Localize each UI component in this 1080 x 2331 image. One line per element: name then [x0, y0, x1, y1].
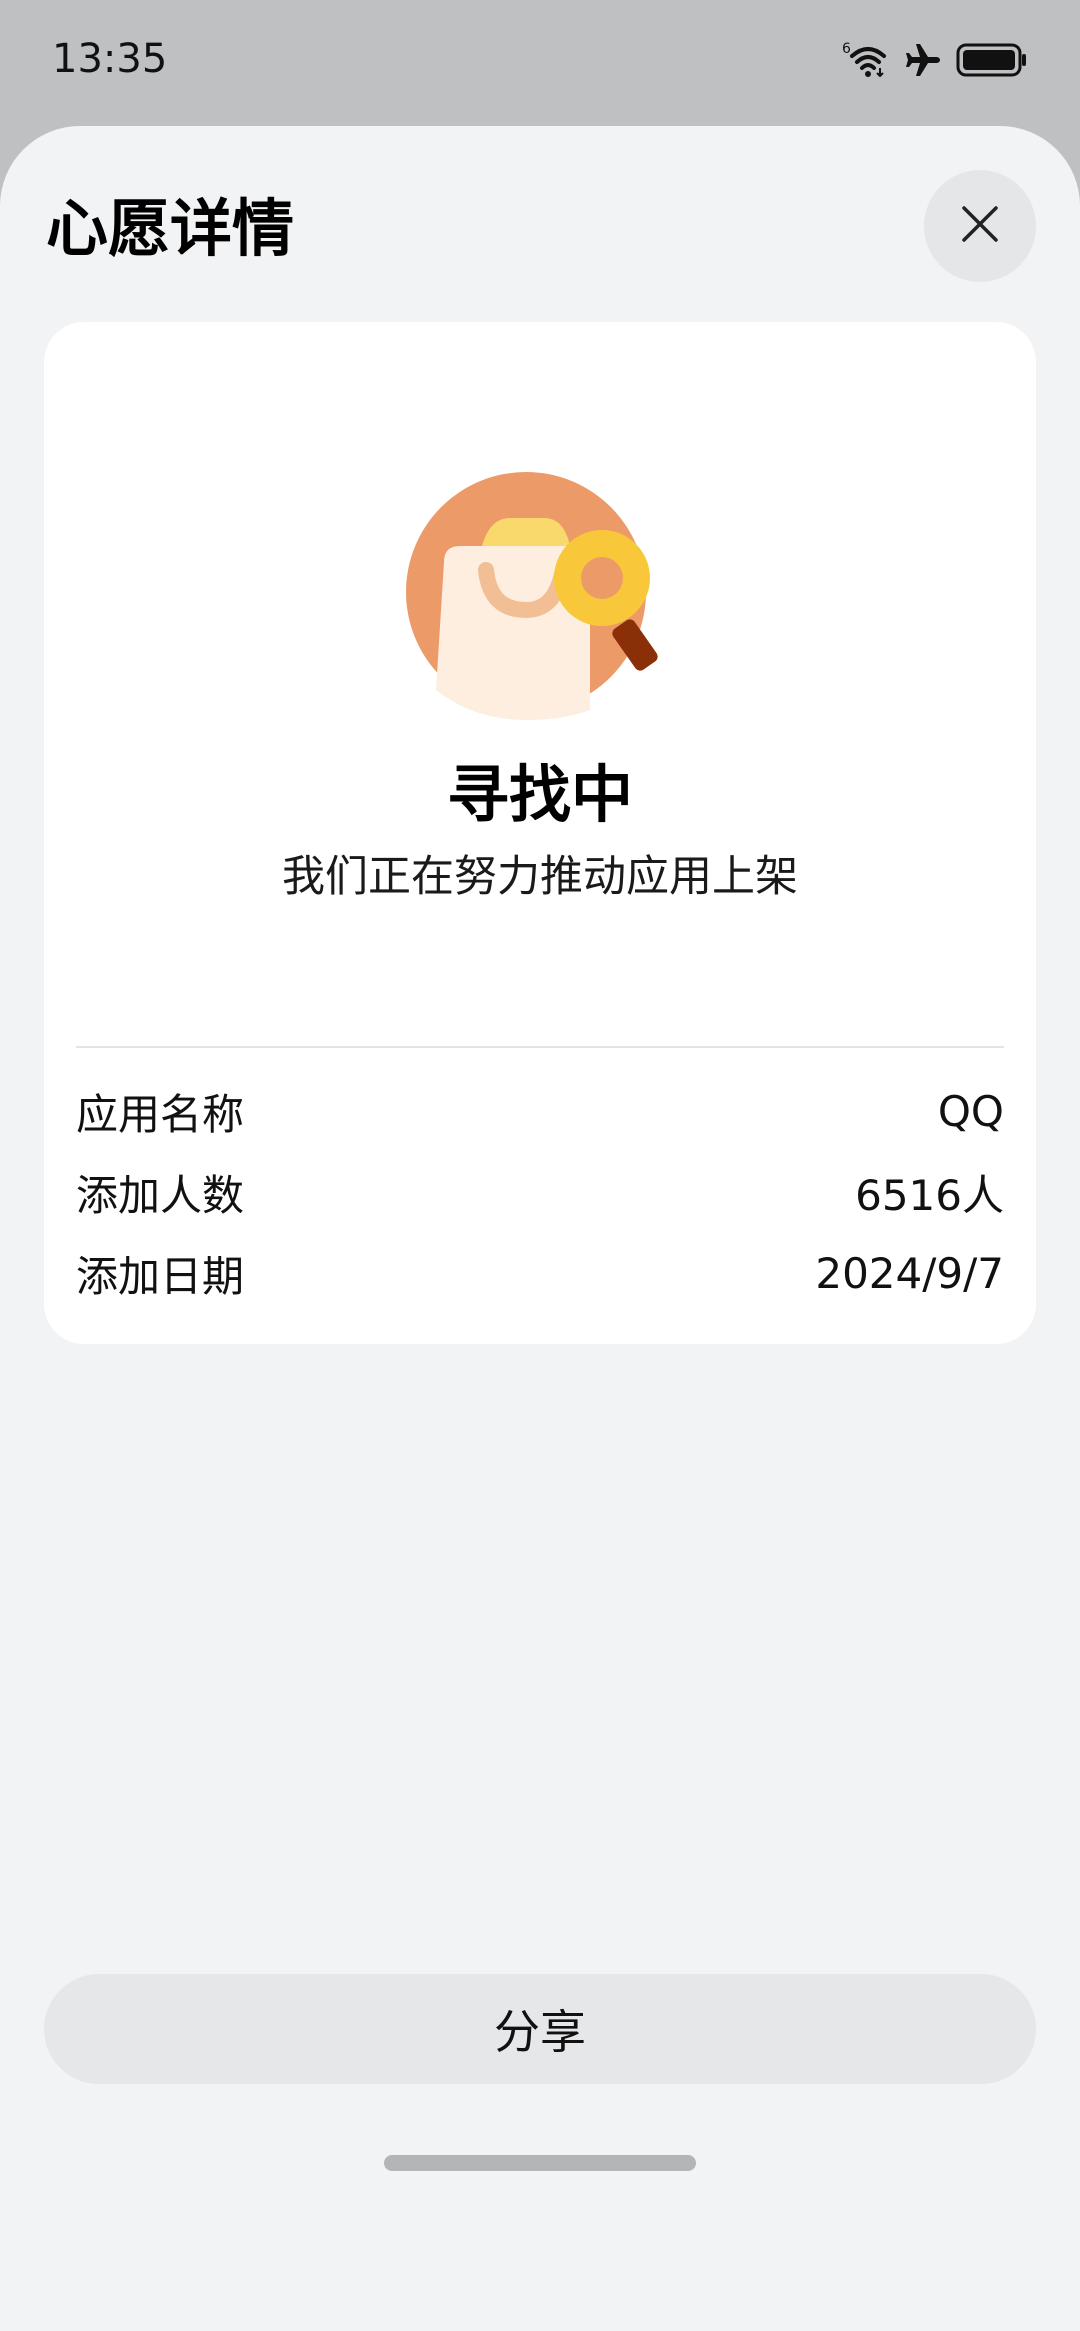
- sheet-title: 心愿详情: [46, 192, 295, 265]
- info-row-added-date: 添加日期 2024/9/7: [76, 1245, 1004, 1301]
- divider: [76, 1046, 1004, 1048]
- info-value: 6516人: [855, 1170, 1004, 1220]
- close-button[interactable]: [924, 170, 1036, 282]
- info-row-app-name: 应用名称 QQ: [76, 1083, 1004, 1139]
- battery-icon: [956, 41, 1028, 79]
- status-title: 寻找中: [446, 758, 633, 831]
- wish-status-card: 寻找中 我们正在努力推动应用上架 应用名称 QQ 添加人数 6516人 添加日期…: [44, 322, 1036, 1344]
- home-indicator[interactable]: [384, 2155, 696, 2171]
- status-bar: 13:35 6: [0, 0, 1080, 126]
- info-label: 添加人数: [76, 1170, 245, 1220]
- status-icons: 6: [842, 38, 1028, 82]
- svg-text:6: 6: [842, 41, 851, 57]
- info-value: 2024/9/7: [815, 1248, 1004, 1298]
- status-time: 13:35: [52, 36, 168, 82]
- searching-bag-illustration: [404, 462, 704, 722]
- info-value: QQ: [937, 1086, 1004, 1136]
- info-row-added-count: 添加人数 6516人: [76, 1164, 1004, 1220]
- share-button[interactable]: 分享: [44, 1974, 1036, 2084]
- close-icon: [960, 204, 1000, 248]
- info-label: 添加日期: [76, 1251, 245, 1301]
- status-subtitle: 我们正在努力推动应用上架: [282, 852, 798, 902]
- wifi-icon: 6: [842, 40, 890, 80]
- airplane-icon: [904, 41, 942, 79]
- info-label: 应用名称: [76, 1089, 245, 1139]
